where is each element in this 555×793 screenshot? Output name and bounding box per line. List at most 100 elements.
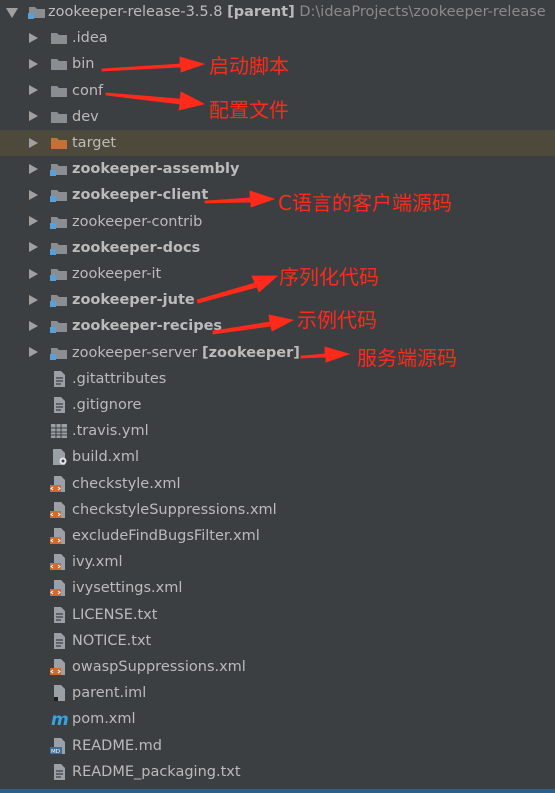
item-name: README.md xyxy=(72,737,162,754)
tree-folder-item[interactable]: target xyxy=(0,130,555,156)
text-file-icon xyxy=(50,763,68,781)
tree-file-item[interactable]: NOTICE.txt xyxy=(0,628,555,654)
collapse-arrow-icon[interactable] xyxy=(29,163,38,174)
tree-item-label: zookeeper-contrib xyxy=(72,213,202,231)
xml-file-icon xyxy=(50,527,68,545)
tree-file-item[interactable]: checkstyleSuppressions.xml xyxy=(0,497,555,523)
collapse-arrow-icon[interactable] xyxy=(29,189,38,200)
excluded-folder-icon xyxy=(50,134,68,152)
collapse-arrow-icon[interactable] xyxy=(29,268,38,279)
collapse-arrow-icon[interactable] xyxy=(29,347,38,358)
iml-file-icon xyxy=(50,684,68,702)
scrollbar-strip xyxy=(0,789,555,793)
item-name: .idea xyxy=(72,30,108,47)
tree-item-label: bin xyxy=(72,55,94,73)
svg-text:MD: MD xyxy=(51,749,60,755)
tree-item-label: .gitignore xyxy=(72,396,141,414)
text-file-icon xyxy=(50,370,68,388)
item-name: bin xyxy=(72,56,95,73)
collapse-arrow-icon[interactable] xyxy=(29,85,38,96)
tree-folder-item[interactable]: zookeeper-server [zookeeper] xyxy=(0,340,555,366)
tree-item-label: ivy.xml xyxy=(72,553,122,571)
tree-root[interactable]: zookeeper-release-3.5.8 [parent] D:\idea… xyxy=(0,0,555,25)
markdown-file-icon: MD xyxy=(50,737,68,755)
tree-file-item[interactable]: ivy.xml xyxy=(0,549,555,575)
tree-folder-item[interactable]: zookeeper-jute xyxy=(0,287,555,313)
tree-item-label: dev xyxy=(72,108,99,126)
tree-item-label: NOTICE.txt xyxy=(72,632,151,650)
tree-file-item[interactable]: .travis.yml xyxy=(0,418,555,444)
item-name: LICENSE.txt xyxy=(72,606,158,623)
module-folder-icon xyxy=(50,265,68,283)
tree-item-label: owaspSuppressions.xml xyxy=(72,658,246,676)
tree-file-item[interactable]: ivysettings.xml xyxy=(0,575,555,601)
tree-item-label: .gitattributes xyxy=(72,370,166,388)
item-name: excludeFindBugsFilter.xml xyxy=(72,528,260,544)
tree-item-label: checkstyle.xml xyxy=(72,475,181,493)
item-name: owaspSuppressions.xml xyxy=(72,659,246,675)
item-name: target xyxy=(72,135,117,151)
module-folder-icon xyxy=(50,344,68,362)
item-name: zookeeper-recipes xyxy=(72,318,223,335)
xml-file-icon xyxy=(50,475,68,493)
collapse-arrow-icon[interactable] xyxy=(29,216,38,227)
tree-folder-item[interactable]: zookeeper-it xyxy=(0,261,555,287)
item-name: zookeeper-contrib xyxy=(72,213,203,230)
tree-item-label: zookeeper-client xyxy=(72,186,208,204)
expand-arrow-icon[interactable] xyxy=(6,8,18,18)
item-name: README_packaging.txt xyxy=(72,763,241,780)
collapse-arrow-icon[interactable] xyxy=(29,137,38,148)
tree-item-label: LICENSE.txt xyxy=(72,606,157,624)
item-name: ivysettings.xml xyxy=(72,580,183,597)
tree-item-label: ivysettings.xml xyxy=(72,579,182,597)
annotation-jute: 序列化代码 xyxy=(279,265,379,289)
tree-file-item[interactable]: m pom.xml xyxy=(0,706,555,732)
tree-file-item[interactable]: owaspSuppressions.xml xyxy=(0,654,555,680)
project-tag: [parent] xyxy=(227,4,295,20)
tree-file-item[interactable]: MD README.md xyxy=(0,733,555,759)
item-name: zookeeper-assembly xyxy=(72,161,240,178)
tree-item-label: parent.iml xyxy=(72,684,146,702)
folder-icon xyxy=(50,55,68,73)
tree-item-label: target xyxy=(72,134,116,152)
tree-file-item[interactable]: .gitattributes xyxy=(0,366,555,392)
item-name: zookeeper-server xyxy=(72,344,198,361)
tree-file-item[interactable]: excludeFindBugsFilter.xml xyxy=(0,523,555,549)
tree-folder-item[interactable]: zookeeper-docs xyxy=(0,235,555,261)
tree-file-item[interactable]: checkstyle.xml xyxy=(0,471,555,497)
collapse-arrow-icon[interactable] xyxy=(29,294,38,305)
text-file-icon xyxy=(50,606,68,624)
item-name: parent.iml xyxy=(72,685,147,702)
project-name: zookeeper-release-3.5.8 xyxy=(48,4,223,20)
module-folder-icon xyxy=(50,160,68,178)
project-path: D:\ideaProjects\zookeeper-release xyxy=(299,4,546,20)
folder-icon xyxy=(50,108,68,126)
collapse-arrow-icon[interactable] xyxy=(29,58,38,69)
collapse-arrow-icon[interactable] xyxy=(29,320,38,331)
tree-folder-item[interactable]: zookeeper-recipes xyxy=(0,313,555,339)
tree-folder-item[interactable]: zookeeper-assembly xyxy=(0,156,555,182)
tree-file-item[interactable]: LICENSE.txt xyxy=(0,602,555,628)
item-name: pom.xml xyxy=(72,711,136,728)
xml-file-icon xyxy=(50,553,68,571)
tree-file-item[interactable]: build.xml xyxy=(0,444,555,470)
tree-file-item[interactable]: README_packaging.txt xyxy=(0,759,555,785)
yaml-file-icon xyxy=(50,422,68,440)
collapse-arrow-icon[interactable] xyxy=(29,111,38,122)
collapse-arrow-icon[interactable] xyxy=(29,242,38,253)
tree-file-item[interactable]: .gitignore xyxy=(0,392,555,418)
tree-file-item[interactable]: parent.iml xyxy=(0,680,555,706)
collapse-arrow-icon[interactable] xyxy=(29,32,38,43)
annotation-client: C语言的客户端源码 xyxy=(278,191,452,215)
project-name-label: zookeeper-release-3.5.8 [parent] D:\idea… xyxy=(48,3,546,21)
item-name: zookeeper-docs xyxy=(72,239,201,256)
tree-folder-item[interactable]: .idea xyxy=(0,25,555,51)
annotation-bin: 启动脚本 xyxy=(209,54,289,78)
tree-item-label: .travis.yml xyxy=(72,422,149,440)
item-name: .gitignore xyxy=(72,397,142,413)
item-name: zookeeper-jute xyxy=(72,292,195,309)
tree-item-label: conf xyxy=(72,82,103,100)
tree-item-label: .idea xyxy=(72,29,108,47)
item-name: ivy.xml xyxy=(72,554,123,571)
tree-item-label: zookeeper-assembly xyxy=(72,160,239,178)
